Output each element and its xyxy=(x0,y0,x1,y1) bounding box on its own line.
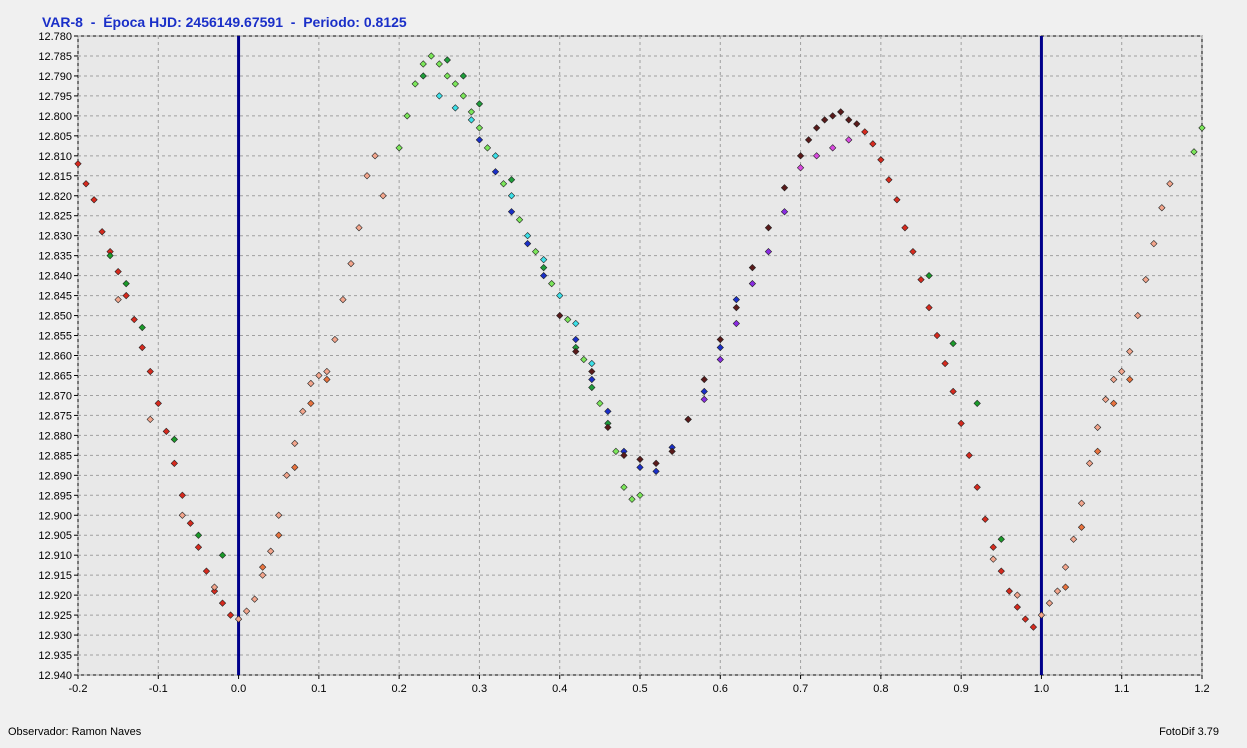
y-tick-label: 12.895 xyxy=(38,490,72,502)
y-tick-label: 12.875 xyxy=(38,410,72,422)
x-tick-label: 0.0 xyxy=(231,683,246,695)
y-tick-label: 12.845 xyxy=(38,291,72,303)
x-tick-label: 0.8 xyxy=(873,683,888,695)
light-curve-plot: -0.2 -0.1 0.0 0.1 0.2 0.3 0.4 0.5 0.6 0.7 0.8 0.9 1.… xyxy=(38,31,1209,695)
y-tick-label: 12.785 xyxy=(38,51,72,63)
x-tick-label: 0.7 xyxy=(793,683,808,695)
x-tick-label: 0.9 xyxy=(953,683,968,695)
x-tick-label: 0.6 xyxy=(713,683,728,695)
y-tick-label: 12.870 xyxy=(38,390,72,402)
y-tick-label: 12.920 xyxy=(38,590,72,602)
x-tick-label: -0.2 xyxy=(69,683,88,695)
y-tick-label: 12.860 xyxy=(38,351,72,363)
x-tick-label: 0.4 xyxy=(552,683,567,695)
y-tick-label: 12.940 xyxy=(38,670,72,682)
x-tick-label: 1.0 xyxy=(1034,683,1049,695)
y-tick-label: 12.825 xyxy=(38,211,72,223)
x-tick-label: 1.1 xyxy=(1114,683,1129,695)
software-label: FotoDif 3.79 xyxy=(1159,726,1219,738)
y-tick-label: 12.780 xyxy=(38,31,72,43)
y-tick-label: 12.840 xyxy=(38,271,72,283)
y-tick-label: 12.880 xyxy=(38,430,72,442)
y-tick-label: 12.905 xyxy=(38,530,72,542)
x-tick-label: 1.2 xyxy=(1194,683,1209,695)
chart-window: VAR-8 - Época HJD: 2456149.67591 - Perio… xyxy=(0,0,1247,748)
y-tick-label: 12.820 xyxy=(38,191,72,203)
x-tick-label: 0.2 xyxy=(391,683,406,695)
y-tick-label: 12.935 xyxy=(38,650,72,662)
y-tick-label: 12.850 xyxy=(38,311,72,323)
y-tick-label: 12.805 xyxy=(38,131,72,143)
x-tick-label: 0.1 xyxy=(311,683,326,695)
y-tick-label: 12.915 xyxy=(38,570,72,582)
y-tick-label: 12.815 xyxy=(38,171,72,183)
y-tick-label: 12.885 xyxy=(38,450,72,462)
y-tick-label: 12.910 xyxy=(38,550,72,562)
y-tick-label: 12.865 xyxy=(38,370,72,382)
y-tick-label: 12.830 xyxy=(38,231,72,243)
x-tick-label: 0.3 xyxy=(472,683,487,695)
y-tick-label: 12.800 xyxy=(38,111,72,123)
y-tick-label: 12.835 xyxy=(38,251,72,263)
y-tick-label: 12.855 xyxy=(38,331,72,343)
y-tick-label: 12.900 xyxy=(38,510,72,522)
x-tick-label: -0.1 xyxy=(149,683,168,695)
y-tick-label: 12.810 xyxy=(38,151,72,163)
y-tick-label: 12.925 xyxy=(38,610,72,622)
observer-label: Observador: Ramon Naves xyxy=(8,726,142,738)
y-tick-label: 12.890 xyxy=(38,470,72,482)
y-tick-label: 12.930 xyxy=(38,630,72,642)
x-tick-label: 0.5 xyxy=(632,683,647,695)
y-tick-label: 12.795 xyxy=(38,91,72,103)
y-tick-label: 12.790 xyxy=(38,71,72,83)
